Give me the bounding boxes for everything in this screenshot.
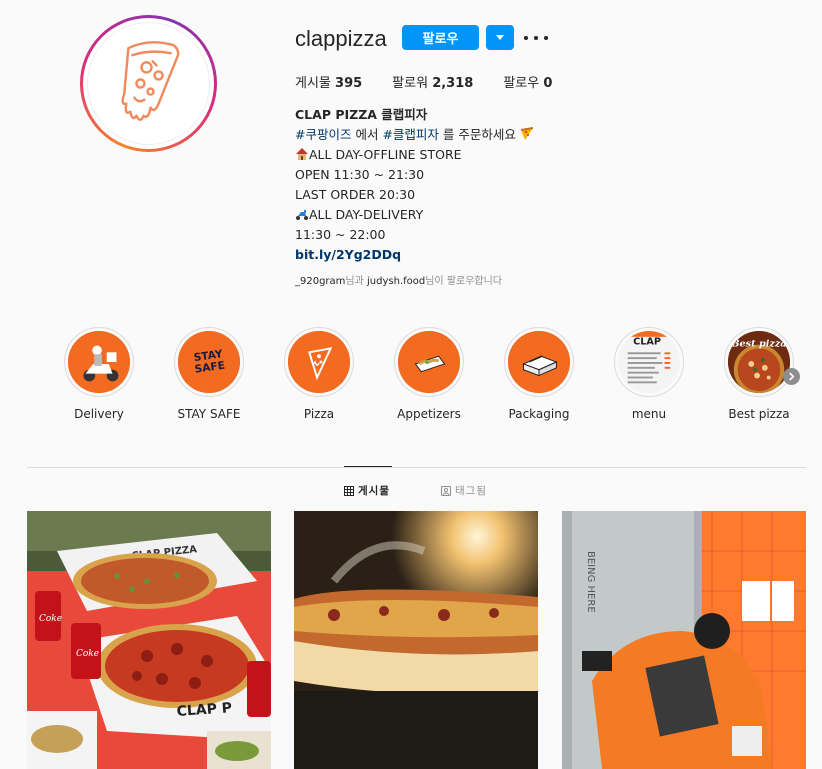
scooter-icon xyxy=(68,331,130,393)
highlights-next-button[interactable] xyxy=(783,368,800,385)
dot-icon xyxy=(534,36,538,40)
followers-count[interactable]: 팔로워 2,318 xyxy=(392,72,473,91)
pizza-slice-icon xyxy=(288,331,350,393)
pizza-emoji-icon xyxy=(520,127,534,140)
tab-posts[interactable]: 게시물 xyxy=(344,483,390,498)
profile-stats: 게시물 395 팔로워 2,318 팔로우 0 xyxy=(295,72,582,91)
chevron-down-icon xyxy=(496,35,504,40)
post-thumbnail-staff-orange-wall[interactable]: BEING HERE xyxy=(562,511,806,769)
tagged-user-icon xyxy=(441,485,451,496)
followed-by-text[interactable]: _920gram님과 judysh.food님이 팔로우합니다 xyxy=(295,272,502,287)
bio-line-open: OPEN 11:30 ~ 21:30 xyxy=(295,167,425,182)
dot-icon xyxy=(524,36,528,40)
highlight-pizza[interactable]: Pizza xyxy=(264,327,374,421)
profile-username: clappizza xyxy=(295,26,387,51)
post-thumbnail-pizza-boxes[interactable]: CLAP PIZZA CLAP P Coke Coke xyxy=(27,511,271,769)
svg-text:Coke: Coke xyxy=(76,649,99,659)
stay-safe-icon: STAY SAFE xyxy=(178,331,240,393)
pizza-logo-icon xyxy=(87,22,210,145)
dot-icon xyxy=(544,36,548,40)
tab-tagged[interactable]: 태그됨 xyxy=(441,483,487,498)
highlight-delivery[interactable]: Delivery xyxy=(44,327,154,421)
hashtag-link[interactable]: #쿠팡이즈 xyxy=(295,127,351,142)
bio-line-store: ALL DAY-OFFLINE STORE xyxy=(295,145,534,165)
menu-board-icon: CLAP xyxy=(618,331,680,393)
highlight-stay-safe[interactable]: STAY SAFE STAY SAFE xyxy=(154,327,264,421)
scooter-emoji-icon xyxy=(296,210,308,220)
chevron-right-icon xyxy=(789,372,795,381)
bio-line-hours: 11:30 ~ 22:00 xyxy=(295,227,386,242)
svg-text:Best pizza: Best pizza xyxy=(730,339,786,350)
suggested-dropdown-button[interactable] xyxy=(486,25,514,50)
highlight-packaging[interactable]: Packaging xyxy=(484,327,594,421)
bio-line-delivery: ALL DAY-DELIVERY xyxy=(295,205,534,225)
follow-button[interactable]: 팔로우 xyxy=(402,25,479,50)
following-count[interactable]: 팔로우 0 xyxy=(503,72,552,91)
story-highlights: Delivery STAY SAFE STAY SAFE Pizza Appeti… xyxy=(44,327,804,427)
house-emoji-icon xyxy=(296,148,308,160)
svg-text:Coke: Coke xyxy=(39,614,62,624)
profile-avatar[interactable] xyxy=(80,15,217,152)
avatar-border xyxy=(83,18,214,149)
profile-bio: CLAP PIZZA 클랩피자 #쿠팡이즈 에서 #클랩피자 를 주문하세요 A… xyxy=(295,105,534,265)
highlight-appetizers[interactable]: Appetizers xyxy=(374,327,484,421)
bio-name: CLAP PIZZA 클랩피자 xyxy=(295,107,428,122)
hashtag-link[interactable]: #클랩피자 xyxy=(382,127,438,142)
grid-icon xyxy=(344,485,354,496)
highlight-menu[interactable]: CLAP menu xyxy=(594,327,704,421)
post-thumbnail-oven-pizza[interactable] xyxy=(294,511,538,769)
bio-line-order: #쿠팡이즈 에서 #클랩피자 를 주문하세요 xyxy=(295,125,534,145)
box-icon xyxy=(508,331,570,393)
bio-external-link[interactable]: bit.ly/2Yg2DDq xyxy=(295,247,401,262)
appetizer-icon xyxy=(398,331,460,393)
bio-line-last-order: LAST ORDER 20:30 xyxy=(295,187,416,202)
pizza-photo-icon: Best pizza xyxy=(728,331,790,393)
svg-text:BEING HERE: BEING HERE xyxy=(585,551,596,613)
svg-text:CLAP: CLAP xyxy=(633,337,661,348)
more-options-button[interactable] xyxy=(524,28,548,48)
tabs-divider xyxy=(27,467,806,468)
active-tab-indicator xyxy=(344,466,392,467)
posts-count: 게시물 395 xyxy=(295,76,363,91)
